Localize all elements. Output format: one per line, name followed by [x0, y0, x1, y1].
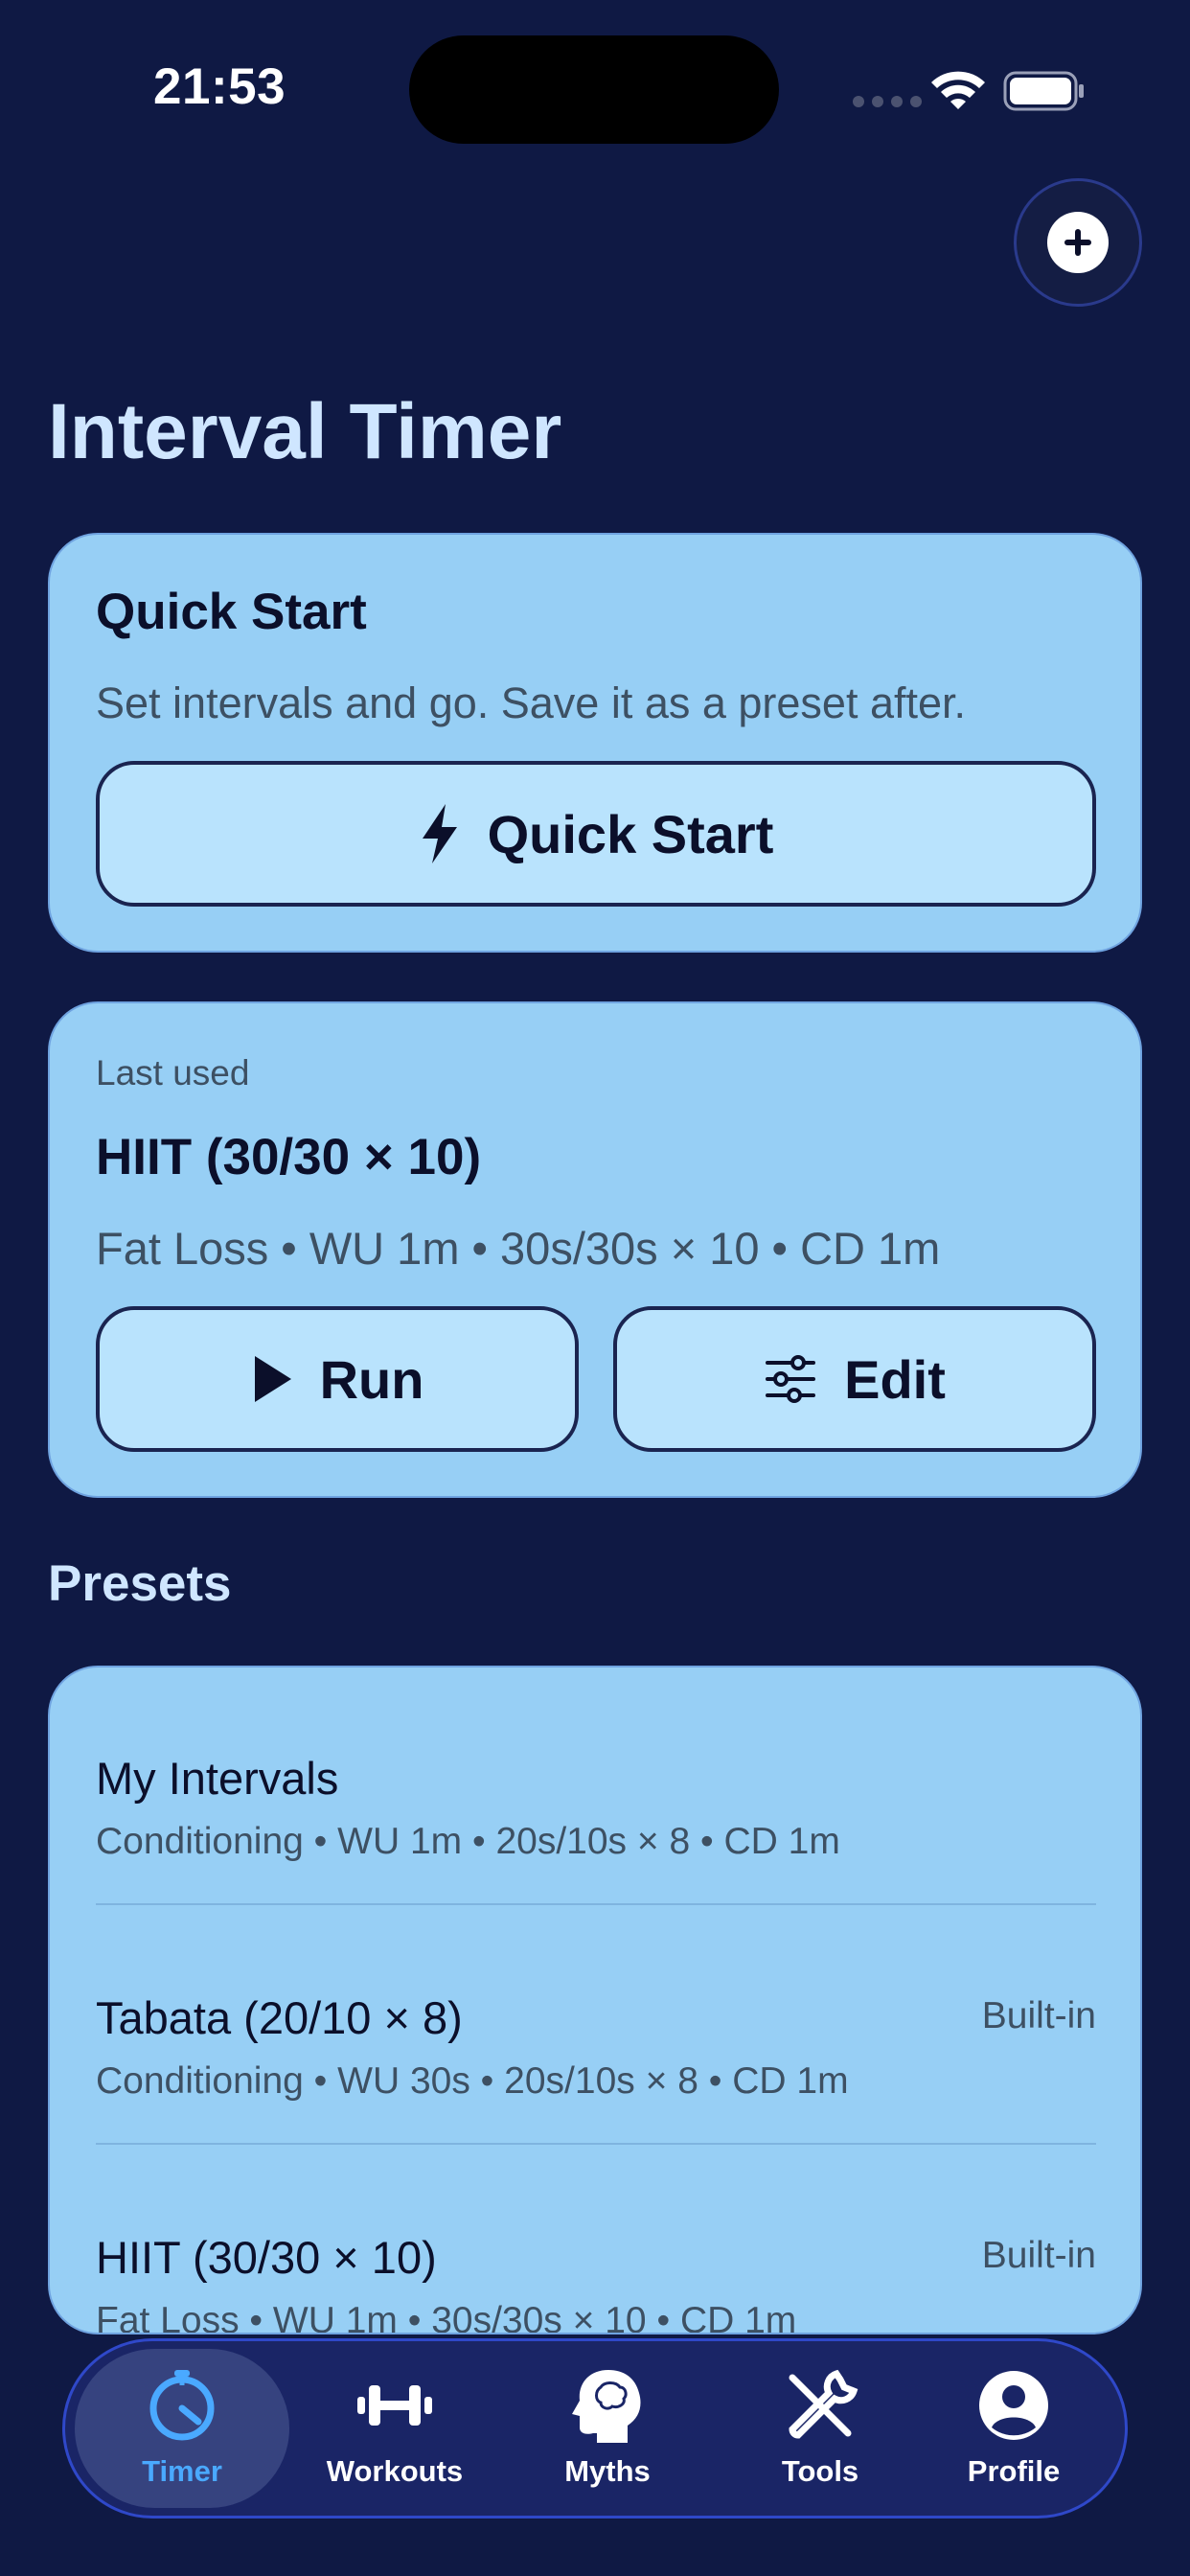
lightning-icon	[422, 804, 457, 863]
tab-tools[interactable]: Tools	[713, 2349, 927, 2508]
sliders-icon	[766, 1355, 816, 1403]
tab-label: Workouts	[326, 2454, 464, 2488]
plus-icon	[1064, 229, 1091, 256]
quick-start-button[interactable]: Quick Start	[96, 761, 1096, 907]
edit-button[interactable]: Edit	[613, 1306, 1096, 1452]
edit-button-label: Edit	[844, 1348, 946, 1410]
preset-details: Fat Loss • WU 1m • 30s/30s × 10 • CD 1m	[96, 2300, 797, 2334]
tab-profile[interactable]: Profile	[906, 2349, 1121, 2508]
tools-icon	[789, 2369, 858, 2439]
dynamic-island	[409, 35, 779, 144]
last-used-card: Last used HIIT (30/30 × 10) Fat Loss • W…	[48, 1001, 1142, 1498]
last-used-title: HIIT (30/30 × 10)	[96, 1129, 482, 1185]
dumbbell-icon	[357, 2385, 432, 2426]
brain-head-icon	[572, 2370, 641, 2443]
presets-list: My Intervals Conditioning • WU 1m • 20s/…	[48, 1666, 1142, 2334]
tab-bar: Timer Workouts Myths Tools Profile	[62, 2338, 1128, 2518]
preset-item-my-intervals[interactable]: My Intervals Conditioning • WU 1m • 20s/…	[96, 1752, 1096, 1991]
quick-start-button-label: Quick Start	[487, 803, 774, 864]
preset-item-hiit[interactable]: HIIT (30/30 × 10) Built-in Fat Loss • WU…	[96, 2231, 1096, 2334]
last-used-details: Fat Loss • WU 1m • 30s/30s × 10 • CD 1m	[96, 1223, 941, 1274]
preset-item-tabata[interactable]: Tabata (20/10 × 8) Built-in Conditioning…	[96, 1991, 1096, 2231]
quick-start-card: Quick Start Set intervals and go. Save i…	[48, 533, 1142, 953]
tab-label: Timer	[142, 2454, 222, 2488]
tab-label: Tools	[781, 2454, 859, 2488]
cellular-signal-icon	[853, 96, 922, 107]
profile-icon	[979, 2371, 1048, 2440]
wifi-icon	[931, 71, 985, 109]
tab-label: Profile	[967, 2454, 1061, 2488]
tab-workouts[interactable]: Workouts	[287, 2349, 502, 2508]
status-bar: 21:53	[0, 0, 1190, 182]
list-divider	[96, 1903, 1096, 1905]
tab-label: Myths	[564, 2454, 651, 2488]
quick-start-title: Quick Start	[96, 584, 367, 640]
preset-name: My Intervals	[96, 1753, 339, 1804]
page-title: Interval Timer	[48, 388, 562, 475]
add-preset-button[interactable]	[1014, 178, 1142, 307]
tab-timer[interactable]: Timer	[75, 2349, 289, 2508]
preset-details: Conditioning • WU 30s • 20s/10s × 8 • CD…	[96, 2060, 849, 2102]
built-in-badge: Built-in	[981, 2235, 1096, 2276]
timer-icon	[149, 2370, 215, 2441]
tab-myths[interactable]: Myths	[500, 2349, 715, 2508]
run-button[interactable]: Run	[96, 1306, 579, 1452]
preset-name: Tabata (20/10 × 8)	[96, 1992, 463, 2043]
quick-start-subtitle: Set intervals and go. Save it as a prese…	[96, 678, 967, 727]
status-time: 21:53	[153, 58, 286, 115]
battery-icon	[1003, 71, 1084, 111]
presets-section-title: Presets	[48, 1555, 232, 1612]
built-in-badge: Built-in	[981, 1995, 1096, 2036]
last-used-label: Last used	[96, 1053, 250, 1092]
run-button-label: Run	[319, 1348, 424, 1410]
preset-name: HIIT (30/30 × 10)	[96, 2232, 437, 2283]
preset-details: Conditioning • WU 1m • 20s/10s × 8 • CD …	[96, 1821, 840, 1862]
list-divider	[96, 2143, 1096, 2145]
play-icon	[254, 1356, 291, 1402]
